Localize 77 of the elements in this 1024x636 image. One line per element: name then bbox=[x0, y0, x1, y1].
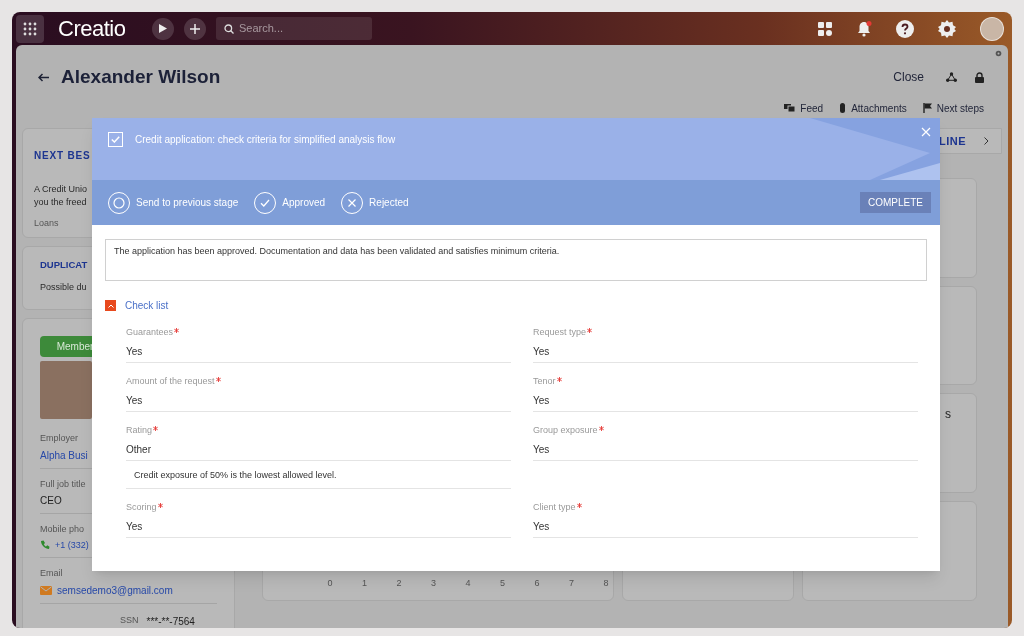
field-label: Full job title bbox=[40, 477, 86, 491]
field-value[interactable]: Yes bbox=[126, 518, 511, 538]
lock-icon[interactable] bbox=[975, 71, 984, 83]
field-label: Client type bbox=[533, 500, 576, 514]
circle-icon bbox=[113, 196, 125, 209]
avatar[interactable] bbox=[980, 16, 1004, 41]
flag-icon bbox=[922, 103, 932, 113]
card-text: Possible du bbox=[40, 281, 87, 295]
close-icon bbox=[921, 127, 931, 137]
complete-button[interactable]: COMPLETE bbox=[860, 192, 931, 213]
back-arrow-icon[interactable] bbox=[38, 72, 49, 82]
tab-link[interactable]: Feed bbox=[784, 100, 824, 116]
card-title: s bbox=[945, 407, 951, 422]
field-label: Guarantees bbox=[126, 326, 174, 339]
field-link[interactable]: semsedemo3@gmail.com bbox=[57, 582, 173, 598]
feed-icon bbox=[784, 103, 796, 113]
field-value: ***-**-7564 bbox=[146, 614, 195, 628]
search-icon bbox=[224, 23, 234, 34]
cross-icon bbox=[346, 196, 359, 209]
help-icon[interactable] bbox=[896, 19, 914, 38]
field-label: Mobile pho bbox=[40, 523, 85, 536]
field-value[interactable]: Other bbox=[126, 442, 511, 461]
hierarchy-icon[interactable] bbox=[946, 72, 957, 83]
card-title: NEXT BES bbox=[34, 149, 91, 163]
field-label: Rating bbox=[126, 424, 152, 437]
field-label: Scoring bbox=[126, 500, 157, 514]
comment-box[interactable]: The application has been approved. Documentation and data has been validated and satisfies minimum criteria. bbox=[105, 239, 927, 281]
search-input[interactable]: Search... bbox=[239, 20, 359, 37]
phone-icon bbox=[40, 540, 50, 551]
card-text: A Credit Unio bbox=[34, 183, 88, 196]
field-value[interactable]: Yes bbox=[533, 344, 918, 363]
checklist-toggle[interactable]: Check list bbox=[105, 298, 169, 313]
field-value[interactable]: Yes bbox=[533, 442, 918, 461]
photo-placeholder bbox=[40, 361, 92, 419]
card-title: DUPLICAT bbox=[40, 258, 88, 272]
field-label: Employer bbox=[40, 432, 78, 445]
check-icon bbox=[111, 136, 120, 143]
run-button[interactable] bbox=[152, 17, 174, 40]
field-note: Credit exposure of 50% is the lowest allowed level. bbox=[126, 463, 511, 489]
close-button[interactable] bbox=[921, 126, 933, 138]
field-label: Email bbox=[40, 567, 63, 580]
tag-label: Loans bbox=[34, 217, 59, 230]
field-label: SSN bbox=[120, 614, 139, 628]
close-button[interactable]: Close bbox=[893, 68, 924, 87]
card-text: you the freed bbox=[34, 196, 87, 209]
play-icon bbox=[159, 24, 167, 33]
checkbox[interactable] bbox=[108, 132, 123, 147]
settings-icon[interactable] bbox=[938, 19, 956, 38]
envelope-icon bbox=[40, 585, 52, 595]
chevron-right-icon[interactable] bbox=[984, 137, 989, 145]
paperclip-icon bbox=[839, 103, 847, 113]
field-link[interactable]: Alpha Busi bbox=[40, 447, 88, 463]
field-link[interactable]: +1 (332) bbox=[55, 538, 89, 552]
add-button[interactable] bbox=[184, 17, 206, 40]
record-title: Alexander Wilson bbox=[61, 65, 221, 89]
field-value: CEO bbox=[40, 494, 62, 508]
settings-icon[interactable] bbox=[995, 50, 1002, 57]
field-value[interactable]: Yes bbox=[126, 393, 511, 412]
field-label: Amount of the request bbox=[126, 375, 215, 388]
field-value[interactable]: Yes bbox=[126, 344, 511, 363]
card-title: LINE bbox=[938, 133, 966, 149]
apps-icon[interactable] bbox=[818, 21, 832, 36]
dialog-title: Credit application: check criteria for simplified analysis flow bbox=[135, 133, 396, 147]
search-field[interactable]: Search... bbox=[216, 17, 372, 40]
field-label: Group exposure bbox=[533, 424, 598, 437]
apps-menu-button[interactable] bbox=[16, 14, 44, 43]
tab-link[interactable]: Next steps bbox=[922, 100, 984, 116]
grid-icon bbox=[22, 20, 38, 37]
field-label: Request type bbox=[533, 326, 587, 339]
plus-icon bbox=[190, 23, 200, 34]
logo: Creatio bbox=[58, 15, 127, 43]
field-label: Tenor bbox=[533, 375, 556, 388]
tab-link[interactable]: Attachments bbox=[839, 100, 907, 116]
field-value[interactable]: Yes bbox=[533, 518, 918, 538]
caret-up-icon bbox=[107, 303, 114, 308]
bell-icon[interactable] bbox=[856, 20, 872, 37]
field-value[interactable]: Yes bbox=[533, 393, 918, 412]
